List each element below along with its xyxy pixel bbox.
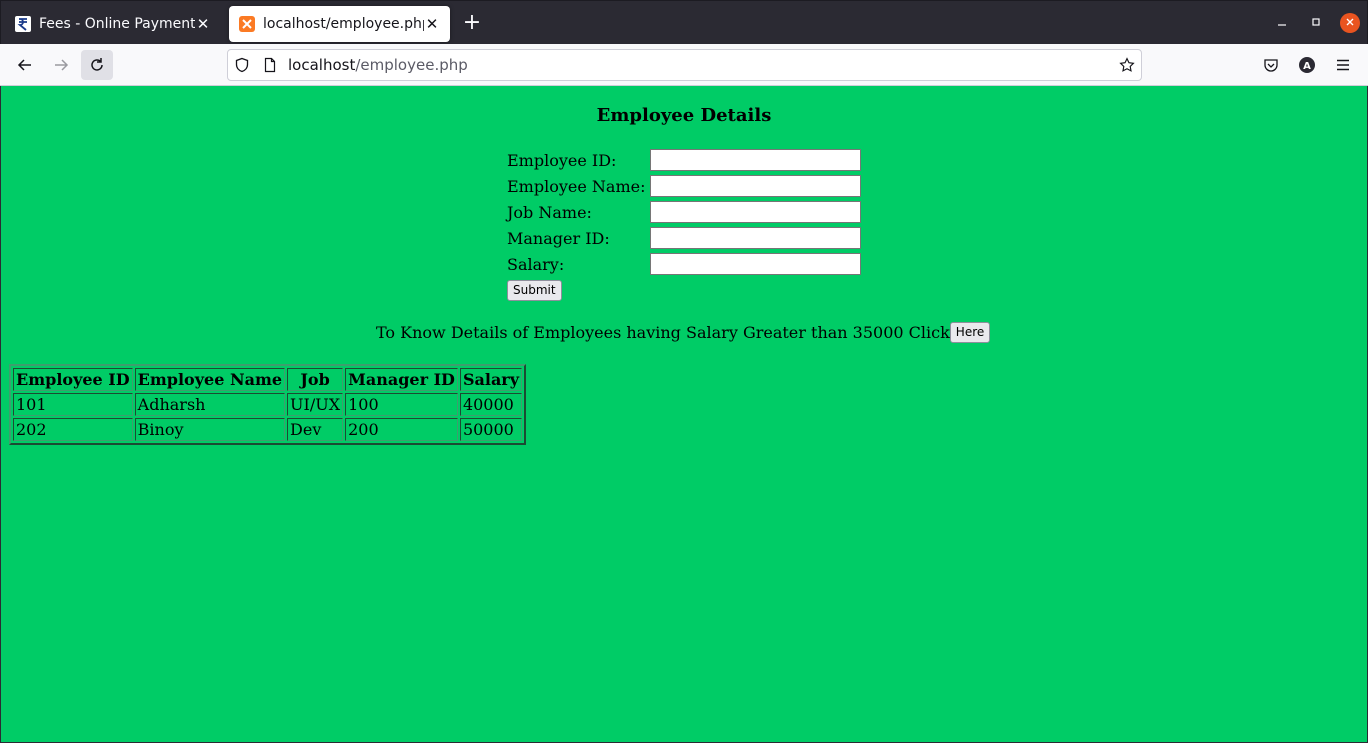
job-name-label: Job Name: [507, 203, 592, 222]
reload-button[interactable] [81, 50, 113, 80]
new-tab-button[interactable]: + [460, 12, 484, 36]
employee-name-input[interactable] [650, 175, 861, 197]
page-content: Employee Details Employee ID: Employee N… [1, 86, 1367, 742]
close-window-icon[interactable] [1340, 13, 1360, 33]
job-name-input[interactable] [650, 201, 861, 223]
column-header: Salary [459, 368, 523, 391]
table-row: 101 Adharsh UI/UX 100 40000 [13, 393, 523, 416]
table-header-row: Employee ID Employee Name Job Manager ID… [13, 368, 523, 391]
url-text[interactable]: localhost/employee.php [288, 56, 468, 74]
employee-name-label: Employee Name: [507, 177, 646, 196]
rupee-icon [15, 16, 31, 32]
account-avatar-icon[interactable]: A [1297, 55, 1317, 75]
manager-id-label: Manager ID: [507, 229, 610, 248]
salary-filter-text: To Know Details of Employees having Sala… [376, 323, 950, 342]
close-tab-icon[interactable]: ✕ [424, 16, 440, 32]
table-cell: 100 [345, 393, 458, 416]
salary-filter-info: To Know Details of Employees having Sala… [376, 322, 991, 343]
salary-label: Salary: [507, 255, 565, 274]
restore-icon[interactable] [1306, 13, 1326, 33]
forward-button[interactable] [45, 50, 77, 80]
svg-text:A: A [1303, 61, 1311, 72]
table-cell: 202 [13, 418, 133, 441]
tab-fees-online-payment[interactable]: Fees - Online Payment ✕ [5, 6, 221, 42]
back-button[interactable] [9, 50, 41, 80]
page-title: Employee Details [596, 105, 772, 126]
table-cell: 200 [345, 418, 458, 441]
column-header: Employee Name [134, 368, 286, 391]
table-cell: Dev [287, 418, 344, 441]
manager-id-row: Manager ID: [507, 226, 867, 252]
pocket-icon[interactable] [1261, 55, 1281, 75]
page-icon[interactable] [262, 57, 278, 73]
employee-id-row: Employee ID: [507, 148, 867, 174]
bookmark-star-icon[interactable] [1119, 57, 1135, 73]
minimize-icon[interactable] [1272, 13, 1292, 33]
xampp-icon [239, 16, 255, 32]
back-arrow-icon [17, 59, 31, 71]
reload-icon [91, 58, 103, 71]
table-cell: 101 [13, 393, 133, 416]
shield-icon[interactable] [234, 57, 250, 73]
tab-title: Fees - Online Payment [39, 16, 195, 32]
url-path: /employee.php [355, 56, 468, 74]
table-cell: Binoy [134, 418, 286, 441]
table-cell: Adharsh [134, 393, 286, 416]
employee-id-input[interactable] [650, 149, 861, 171]
employee-name-row: Employee Name: [507, 174, 867, 200]
forward-arrow-icon [55, 59, 69, 71]
table-cell: UI/UX [287, 393, 344, 416]
hamburger-menu-icon[interactable] [1333, 55, 1353, 75]
table-row: 202 Binoy Dev 200 50000 [13, 418, 523, 441]
submit-button[interactable]: Submit [507, 280, 562, 301]
column-header: Job [287, 368, 344, 391]
manager-id-input[interactable] [650, 227, 861, 249]
tab-employee-php[interactable]: localhost/employee.php ✕ [229, 6, 450, 42]
close-tab-icon[interactable]: ✕ [195, 16, 211, 32]
employee-id-label: Employee ID: [507, 151, 617, 170]
navigation-bar: localhost/employee.php A [0, 44, 1368, 86]
url-bar[interactable]: localhost/employee.php [227, 49, 1142, 81]
table-cell: 50000 [459, 418, 523, 441]
tab-title: localhost/employee.php [263, 16, 424, 32]
column-header: Employee ID [13, 368, 133, 391]
column-header: Manager ID [345, 368, 458, 391]
job-name-row: Job Name: [507, 200, 867, 226]
table-cell: 40000 [459, 393, 523, 416]
employee-table: Employee ID Employee Name Job Manager ID… [9, 364, 527, 445]
tab-strip: Fees - Online Payment ✕ localhost/employ… [0, 0, 1368, 44]
salary-input[interactable] [650, 253, 861, 275]
url-host: localhost [288, 56, 356, 74]
salary-row: Salary: [507, 252, 867, 278]
here-button[interactable]: Here [949, 322, 991, 343]
